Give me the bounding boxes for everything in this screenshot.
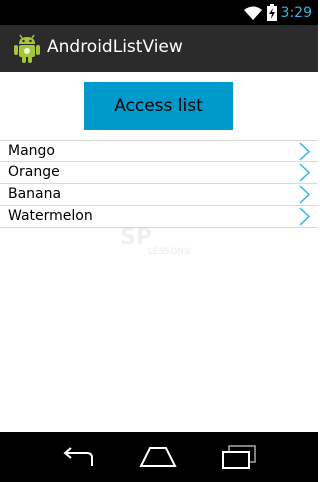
list-item[interactable]: Orange [0,162,318,184]
list-item-label: Watermelon [8,208,93,224]
action-bar: AndroidListView [0,25,318,72]
android-robot-icon [14,34,40,63]
watermark-text: LESSONS [148,247,190,257]
list-item-label: Orange [8,164,60,180]
fruit-list: Mango Orange Banana Watermelon [0,140,318,228]
access-list-button[interactable]: Access list [84,82,233,130]
back-icon[interactable] [60,444,96,470]
status-icons: 3:29 [243,2,312,23]
wifi-icon [243,6,262,20]
chevron-right-icon [299,163,311,182]
list-item[interactable]: Mango [0,140,318,162]
battery-charging-icon [266,4,277,21]
chevron-right-icon [299,207,311,226]
list-item[interactable]: Banana [0,184,318,206]
main-content: Access list Mango Orange Banana Watermel… [0,72,318,432]
chevron-right-icon [299,142,311,161]
navigation-bar [0,432,318,482]
list-item-label: Mango [8,143,55,159]
chevron-right-icon [299,185,311,204]
app-title: AndroidListView [47,37,183,57]
home-icon[interactable] [139,444,177,470]
watermark-logo: SP LESSONS [120,225,190,257]
recent-apps-icon[interactable] [221,444,257,470]
list-item-label: Banana [8,186,62,202]
status-bar: 3:29 [0,0,318,25]
status-time: 3:29 [280,4,312,21]
